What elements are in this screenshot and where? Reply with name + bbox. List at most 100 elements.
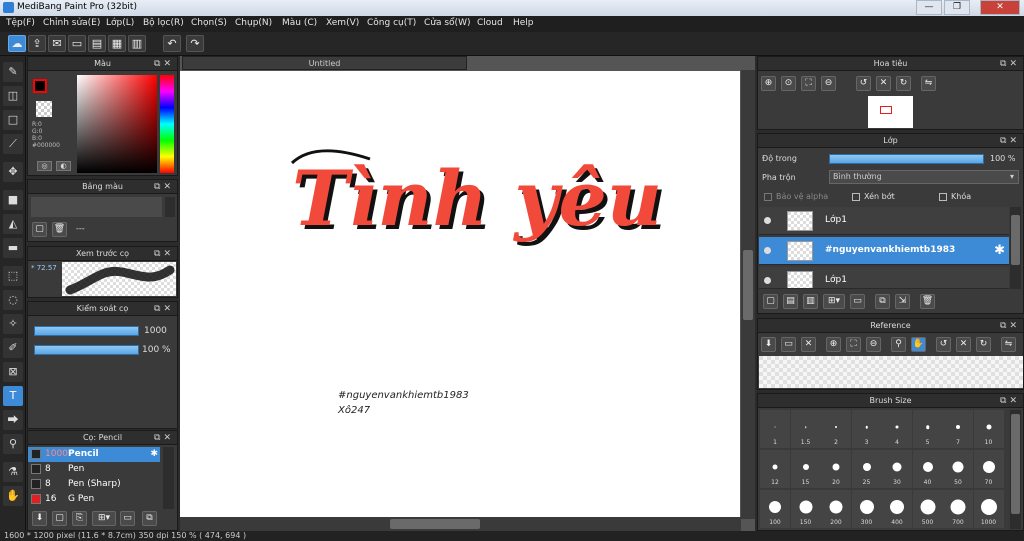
- gear-icon[interactable]: ✱: [994, 243, 1005, 258]
- panel-buttons[interactable]: ⧉✕: [154, 302, 174, 316]
- redo-icon[interactable]: ↷: [186, 35, 204, 52]
- ref-zoom-out-icon[interactable]: ⊖: [866, 337, 881, 352]
- select-eraser-icon[interactable]: ⊠: [3, 362, 23, 382]
- brush-size-option[interactable]: 25: [851, 450, 882, 488]
- brush-add-dropdown-icon[interactable]: ⊞▾: [92, 511, 116, 526]
- message-icon[interactable]: ▭: [68, 35, 86, 52]
- brush-item-pen[interactable]: 8 Pen: [28, 462, 160, 477]
- hand-tool-icon[interactable]: ✋: [3, 486, 23, 506]
- document-icon[interactable]: ▤: [88, 35, 106, 52]
- menu-filter[interactable]: Bộ lọc(R): [143, 18, 184, 28]
- layer-row[interactable]: Lớp1: [759, 267, 1009, 289]
- menu-cloud[interactable]: Cloud: [477, 18, 503, 28]
- merge-layer-icon[interactable]: ⇲: [895, 294, 910, 309]
- add-layer-dropdown-icon[interactable]: ⊞▾: [823, 294, 845, 309]
- brush-size-option[interactable]: 3: [851, 410, 882, 448]
- layer-scrollbar[interactable]: [1010, 207, 1021, 289]
- brush-item-pen-sharp[interactable]: 8 Pen (Sharp): [28, 477, 160, 492]
- brush-size-option[interactable]: 2: [821, 410, 851, 448]
- rectangle-tool-icon[interactable]: □: [3, 110, 23, 130]
- brush-size-option[interactable]: 1: [760, 410, 790, 448]
- brush-size-slider[interactable]: [34, 326, 139, 336]
- brush-copy-icon[interactable]: ⎘: [72, 511, 87, 526]
- layer-row[interactable]: Lớp1: [759, 207, 1009, 235]
- ref-hand-icon[interactable]: ✋: [911, 337, 926, 352]
- menu-help[interactable]: Help: [513, 18, 534, 28]
- panel-buttons[interactable]: ⧉✕: [154, 431, 174, 445]
- eyedropper-icon[interactable]: ⚗: [3, 462, 23, 482]
- brush-size-option[interactable]: 400: [882, 490, 912, 528]
- duplicate-layer-icon[interactable]: ⧉: [875, 294, 890, 309]
- visibility-icon[interactable]: [764, 217, 771, 224]
- brush-size-option[interactable]: 70: [973, 450, 1004, 488]
- upload-icon[interactable]: ⇪: [28, 35, 46, 52]
- brush-duplicate-icon[interactable]: ⧉: [142, 511, 157, 526]
- tiles-icon[interactable]: ▥: [128, 35, 146, 52]
- menu-view[interactable]: Xem(V): [326, 18, 359, 28]
- grid-list-icon[interactable]: ▦: [108, 35, 126, 52]
- menu-tools[interactable]: Công cụ(T): [367, 18, 416, 28]
- new-layer-icon[interactable]: ▢: [763, 294, 778, 309]
- layer-opacity-slider[interactable]: [829, 154, 984, 164]
- visibility-icon[interactable]: [764, 247, 771, 254]
- navigator-viewport[interactable]: [880, 106, 892, 114]
- brush-size-option[interactable]: 10: [973, 410, 1004, 448]
- brush-list-scrollbar[interactable]: [163, 447, 174, 509]
- ref-dropper-icon[interactable]: ⚲: [891, 337, 906, 352]
- ref-fit-icon[interactable]: ⛶: [846, 337, 861, 352]
- canvas-vertical-scrollbar[interactable]: [741, 70, 755, 519]
- menu-capture[interactable]: Chụp(N): [235, 18, 272, 28]
- brush-tool-icon[interactable]: ✎: [3, 62, 23, 82]
- hue-slider[interactable]: [160, 75, 174, 173]
- ref-flip-icon[interactable]: ⇋: [1001, 337, 1016, 352]
- brush-size-option[interactable]: 100: [760, 490, 790, 528]
- palette-swatches[interactable]: [31, 197, 162, 217]
- nav-zoom-in-icon[interactable]: ⊕: [761, 76, 776, 91]
- menu-select[interactable]: Chọn(S): [191, 18, 227, 28]
- lasso-tool-icon[interactable]: ◌: [3, 290, 23, 310]
- color-swap-button[interactable]: ◐: [56, 161, 71, 171]
- line-tool-icon[interactable]: ⟋: [3, 134, 23, 154]
- brush-item-pencil[interactable]: 1000 Pencil ✱: [28, 447, 160, 462]
- primary-color-swatch[interactable]: [33, 79, 47, 93]
- brush-folder-icon[interactable]: ▭: [120, 511, 135, 526]
- ref-open-folder-icon[interactable]: ▭: [781, 337, 796, 352]
- reference-image-area[interactable]: [759, 356, 1023, 388]
- brush-size-option[interactable]: 700: [943, 490, 973, 528]
- brush-size-option[interactable]: 1000: [973, 490, 1004, 528]
- menu-edit[interactable]: Chỉnh sửa(E): [43, 18, 100, 28]
- menu-window[interactable]: Cửa sổ(W): [424, 18, 470, 28]
- brush-new-icon[interactable]: ▢: [52, 511, 67, 526]
- ref-reset-icon[interactable]: ✕: [956, 337, 971, 352]
- brush-size-option[interactable]: 7: [943, 410, 973, 448]
- brush-size-option[interactable]: 500: [912, 490, 943, 528]
- nav-reset-icon[interactable]: ✕: [876, 76, 891, 91]
- brush-download-icon[interactable]: ⬇: [32, 511, 47, 526]
- text-tool-icon[interactable]: T: [3, 386, 23, 406]
- brush-size-option[interactable]: 15: [790, 450, 821, 488]
- nav-rotate-right-icon[interactable]: ↻: [896, 76, 911, 91]
- panel-buttons[interactable]: ⧉✕: [1000, 394, 1020, 408]
- layer-scroll-thumb[interactable]: [1011, 215, 1020, 265]
- cloud-icon[interactable]: ☁: [8, 35, 26, 52]
- brush-size-scrollbar[interactable]: [1010, 410, 1021, 529]
- menu-color[interactable]: Màu (C): [282, 18, 317, 28]
- select-rect-icon[interactable]: ⬚: [3, 266, 23, 286]
- comment-icon[interactable]: ✉: [48, 35, 66, 52]
- brush-size-option[interactable]: 4: [882, 410, 912, 448]
- navigator-thumbnail[interactable]: [868, 96, 913, 128]
- ref-close-icon[interactable]: ✕: [801, 337, 816, 352]
- brush-size-option[interactable]: 20: [821, 450, 851, 488]
- menu-layer[interactable]: Lớp(L): [106, 18, 134, 28]
- saturation-value-picker[interactable]: [77, 75, 157, 173]
- blend-mode-select[interactable]: Bình thường ▾: [829, 170, 1019, 184]
- ref-rotate-right-icon[interactable]: ↻: [976, 337, 991, 352]
- nav-zoom-search-icon[interactable]: ⊙: [781, 76, 796, 91]
- ref-rotate-left-icon[interactable]: ↺: [936, 337, 951, 352]
- panel-buttons[interactable]: ⧉✕: [154, 180, 174, 194]
- gear-icon[interactable]: ✱: [150, 447, 158, 462]
- brush-size-option[interactable]: 5: [912, 410, 943, 448]
- new-halftone-layer-icon[interactable]: ▤: [783, 294, 798, 309]
- delete-palette-icon[interactable]: 🗑: [52, 222, 67, 237]
- eraser-tool-icon[interactable]: ◫: [3, 86, 23, 106]
